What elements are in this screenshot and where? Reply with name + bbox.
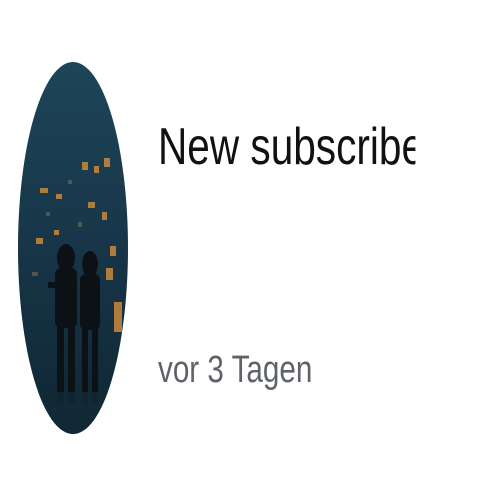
avatar[interactable] (18, 62, 128, 434)
avatar-photo-icon (18, 62, 128, 434)
notification-timestamp: vor 3 Tagen (158, 349, 313, 391)
notification-item[interactable]: New subscriber: Greg vor 3 Tagen (0, 0, 500, 500)
notification-title: New subscriber: Greg (158, 118, 415, 176)
